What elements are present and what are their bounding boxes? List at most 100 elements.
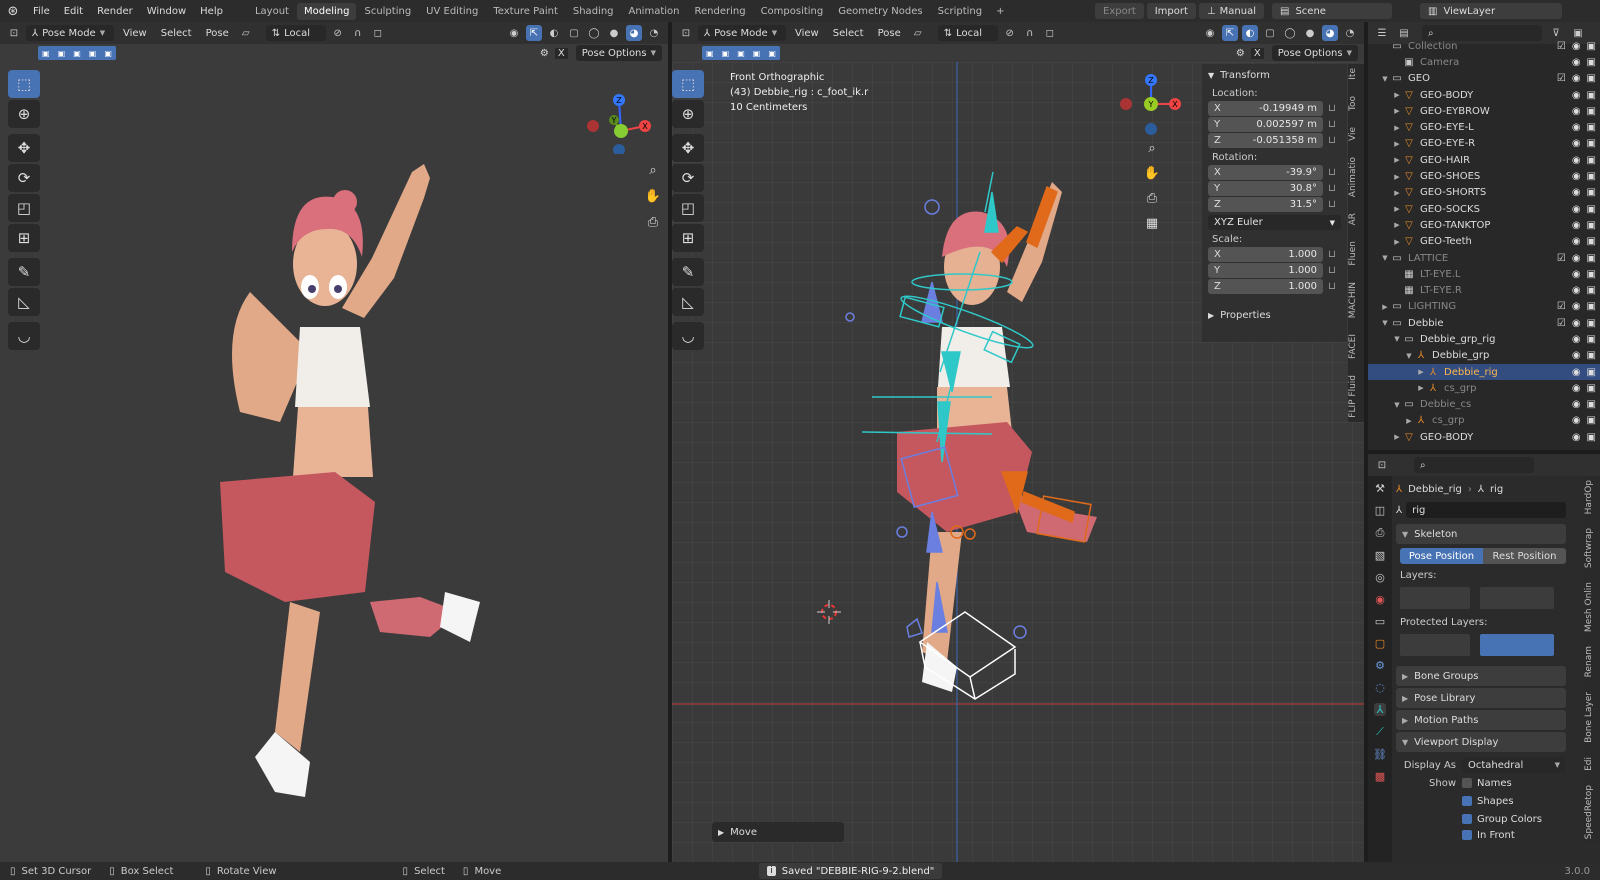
outliner-item[interactable]: ▼ ▭ GEO ☑ ◉ ▣ xyxy=(1368,71,1600,87)
disclosure-triangle-icon[interactable]: ▼ xyxy=(1380,75,1390,83)
render-tab-icon[interactable]: ◫ xyxy=(1375,504,1385,517)
tab-compositing[interactable]: Compositing xyxy=(754,3,831,20)
pose-position-button[interactable]: Pose Position xyxy=(1400,548,1483,564)
eye-icon[interactable]: ◉ xyxy=(1572,220,1581,231)
render-camera-icon[interactable]: ▣ xyxy=(1587,383,1596,394)
overlay-icon[interactable]: ◐ xyxy=(546,25,562,41)
exclude-checkbox-icon[interactable]: ☑ xyxy=(1557,253,1566,264)
eye-icon[interactable]: ◉ xyxy=(1572,236,1581,247)
tab-uv-editing[interactable]: UV Editing xyxy=(419,3,485,20)
n-panel-tab[interactable]: FLIP Fluid xyxy=(1348,371,1364,422)
render-camera-icon[interactable]: ▣ xyxy=(1587,432,1596,443)
properties-addon-tab[interactable]: Edi xyxy=(1584,753,1600,775)
properties-addon-tab[interactable]: HardOp xyxy=(1584,476,1600,518)
scale-tool-icon[interactable]: ◰ xyxy=(672,194,704,222)
lock-icon[interactable]: ⊔ xyxy=(1323,183,1341,194)
tab-animation[interactable]: Animation xyxy=(622,3,687,20)
lock-icon[interactable]: ⊔ xyxy=(1323,135,1341,146)
render-camera-icon[interactable]: ▣ xyxy=(1587,318,1596,329)
outliner-item[interactable]: ▼ ▭ LATTICE ☑ ◉ ▣ xyxy=(1368,250,1600,266)
mode-dropdown[interactable]: ⅄ Pose Mode ▼ xyxy=(26,25,114,41)
bone-layers-grid[interactable] xyxy=(1400,587,1566,609)
transform-tool-icon[interactable]: ⊞ xyxy=(672,224,704,252)
editor-type-icon[interactable]: ⊡ xyxy=(6,25,22,41)
skeleton-panel-header[interactable]: ▼ Skeleton xyxy=(1396,524,1566,544)
location-y-field[interactable]: Y 0.002597 m xyxy=(1208,117,1323,132)
rotation-z-field[interactable]: Z 31.5° xyxy=(1208,197,1323,212)
outliner-item[interactable]: ▶ ⅄ Debbie_rig ◉ ▣ xyxy=(1368,363,1600,381)
snap-icon[interactable]: ∩ xyxy=(1022,25,1038,41)
render-camera-icon[interactable]: ▣ xyxy=(1587,253,1596,264)
outliner-item[interactable]: ▣ Camera ◉ ▣ xyxy=(1368,54,1600,70)
render-camera-icon[interactable]: ▣ xyxy=(1587,301,1596,312)
object-tab-icon[interactable]: ▢ xyxy=(1375,637,1385,650)
eye-icon[interactable]: ◉ xyxy=(1572,204,1581,215)
disclosure-triangle-icon[interactable]: ▶ xyxy=(1416,384,1426,392)
eye-icon[interactable]: ◉ xyxy=(1572,138,1581,149)
view-menu[interactable]: View xyxy=(118,28,152,39)
eye-icon[interactable]: ◉ xyxy=(1572,106,1581,117)
solid-shading-icon[interactable]: ● xyxy=(1302,25,1318,41)
scale-tool-icon[interactable]: ◰ xyxy=(8,194,40,222)
shapes-checkbox[interactable] xyxy=(1462,796,1472,806)
grid-toggle-icon[interactable]: ▦ xyxy=(1140,211,1164,235)
outliner-item[interactable]: ▼ ⅄ Debbie_grp ◉ ▣ xyxy=(1368,348,1600,364)
proportional-icon[interactable]: ◻ xyxy=(1042,25,1058,41)
overlay-icon[interactable]: ◐ xyxy=(1242,25,1258,41)
exclude-checkbox-icon[interactable]: ☑ xyxy=(1557,41,1566,52)
pan-hand-icon[interactable]: ✋ xyxy=(1140,161,1164,185)
rotate-tool-icon[interactable]: ⟳ xyxy=(8,164,40,192)
viewport-display-panel[interactable]: ▼ Viewport Display xyxy=(1396,732,1566,752)
mirror-x-toggle[interactable]: X xyxy=(1250,47,1264,59)
tab-shading[interactable]: Shading xyxy=(566,3,621,20)
n-panel-tab[interactable]: FACEI xyxy=(1348,330,1364,363)
disclosure-triangle-icon[interactable]: ▼ xyxy=(1392,335,1402,343)
editor-type-icon[interactable]: ⊡ xyxy=(678,25,694,41)
scale-y-field[interactable]: Y 1.000 xyxy=(1208,263,1323,278)
outliner-item[interactable]: ▶ ▽ GEO-EYE-R ◉ ▣ xyxy=(1368,136,1600,152)
pose-tools-icon[interactable]: ▱ xyxy=(910,25,926,41)
manual-button[interactable]: ⊥ Manual xyxy=(1198,3,1264,19)
exclude-checkbox-icon[interactable]: ☑ xyxy=(1557,318,1566,329)
outliner-item[interactable]: ▶ ▽ GEO-SHORTS ◉ ▣ xyxy=(1368,185,1600,201)
outliner-item[interactable]: ▦ LT-EYE.L ◉ ▣ xyxy=(1368,266,1600,282)
navigation-gizmo[interactable]: X Z Y xyxy=(583,70,661,154)
eye-icon[interactable]: ◉ xyxy=(1572,334,1581,345)
pose-tools-icon[interactable]: ▱ xyxy=(238,25,254,41)
properties-addon-tab[interactable]: Renam xyxy=(1584,642,1600,681)
visibility-icon[interactable]: ◉ xyxy=(1202,25,1218,41)
move-tool-icon[interactable]: ✥ xyxy=(8,134,40,162)
wireframe-shading-icon[interactable]: ◯ xyxy=(1282,25,1298,41)
relax-pose-tool-icon[interactable]: ◡ xyxy=(8,322,40,350)
select-box-tool-icon[interactable]: ⬚ xyxy=(672,70,704,98)
eye-icon[interactable]: ◉ xyxy=(1572,318,1581,329)
eye-icon[interactable]: ◉ xyxy=(1572,187,1581,198)
outliner-item[interactable]: ▶ ▭ LIGHTING ☑ ◉ ▣ xyxy=(1368,299,1600,315)
disclosure-triangle-icon[interactable]: ▼ xyxy=(1380,319,1390,327)
view-menu[interactable]: View xyxy=(790,28,824,39)
selection-mode-icons[interactable]: ▣ ▣ ▣ ▣ ▣ xyxy=(38,46,116,60)
solid-shading-icon[interactable]: ● xyxy=(606,25,622,41)
eye-icon[interactable]: ◉ xyxy=(1572,253,1581,264)
properties-search-field[interactable]: ⌕ xyxy=(1414,457,1534,473)
editor-type-icon[interactable]: ⊡ xyxy=(1374,457,1390,473)
zoom-icon[interactable]: ⌕ xyxy=(641,158,665,182)
rotation-y-field[interactable]: Y 30.8° xyxy=(1208,181,1323,196)
properties-addon-tab[interactable]: Softwrap xyxy=(1584,524,1600,572)
render-camera-icon[interactable]: ▣ xyxy=(1587,399,1596,410)
in-front-checkbox[interactable] xyxy=(1462,830,1472,840)
render-camera-icon[interactable]: ▣ xyxy=(1587,73,1596,84)
cursor-tool-icon[interactable]: ⊕ xyxy=(672,100,704,128)
menu-file[interactable]: File xyxy=(26,6,57,17)
select-menu[interactable]: Select xyxy=(828,28,869,39)
rotate-tool-icon[interactable]: ⟳ xyxy=(672,164,704,192)
outliner-item[interactable]: ▦ LT-EYE.R ◉ ▣ xyxy=(1368,282,1600,298)
disclosure-triangle-icon[interactable]: ▶ xyxy=(1392,156,1402,164)
gizmo-toggle-icon[interactable]: ⇱ xyxy=(1222,25,1238,41)
outliner-item[interactable]: ▶ ⅄ cs_grp ◉ ▣ xyxy=(1368,413,1600,429)
snap-icon[interactable]: ∩ xyxy=(350,25,366,41)
relax-pose-tool-icon[interactable]: ◡ xyxy=(672,322,704,350)
render-camera-icon[interactable]: ▣ xyxy=(1587,187,1596,198)
annotate-tool-icon[interactable]: ✎ xyxy=(8,258,40,286)
n-panel-tab[interactable]: Vie xyxy=(1348,123,1364,145)
